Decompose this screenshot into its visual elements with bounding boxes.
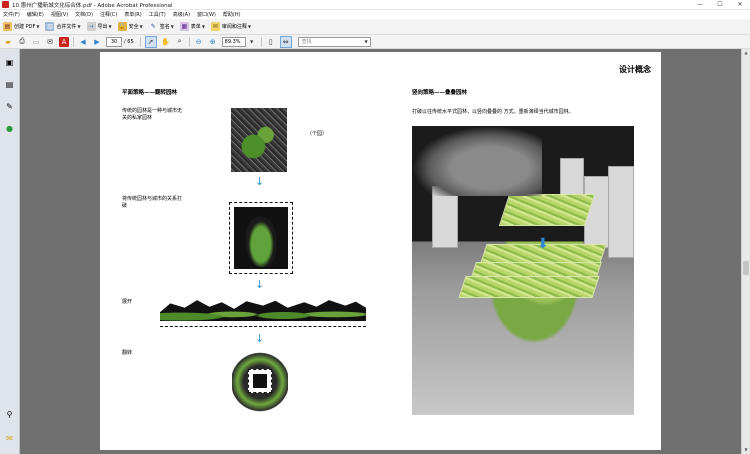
search-dropdown-icon[interactable]: ▼ [365,39,368,44]
signatures-panel-icon[interactable]: ✎ [5,101,14,111]
save-icon[interactable]: ▭ [31,37,41,47]
page-title: 设计概念 [619,65,651,74]
fit-width-icon[interactable]: ⇔ [279,35,292,48]
right-heading: 竖向策略——叠叠园林 [412,90,468,96]
menu-tools[interactable]: 工具(T) [149,11,166,18]
menu-forms[interactable]: 表单(R) [124,11,141,18]
toolbar-divider [139,36,141,47]
pdf-page: 设计概念 平面策略——翻转园林 传统的园林是一种与城市无关的私家园林 （个园） … [100,52,661,450]
sign-button[interactable]: ✎ 签名 ▼ [149,21,174,33]
tasks-toolbar: ▤ 创建 PDF ▼ ▥ 合并文件 ▼ ⇢ 导出 ▼ 🔒 安全 ▼ ✎ 签名 ▼… [0,19,750,35]
stacked-garden-model-photo: ⬇ [412,126,634,415]
forms-button[interactable]: ▦ 表单 ▼ [179,21,205,33]
window-title: 10.惠州广播新城文化综合体.pdf - Adobe Acrobat Profe… [12,2,173,9]
help-panel-icon[interactable]: ● [5,123,14,133]
toolbar-divider [73,36,74,47]
arrow-down-icon: ⬇ [537,236,549,252]
select-tool-icon[interactable]: ➚ [144,35,157,48]
menu-view[interactable]: 视图(V) [51,11,68,18]
vertical-scrollbar[interactable]: ▲ ▼ [741,49,750,454]
right-description: 打破以往传统水平式园林，以竖向叠叠的 方式，重新演绎当代城市园林。 [412,109,574,115]
menu-advanced[interactable]: 高级(A) [173,11,190,18]
menu-file[interactable]: 文件(F) [3,11,20,18]
forms-icon: ▦ [179,22,189,31]
step1-text: 传统的园林是一种与城市无关的私家园林 [122,108,183,121]
scroll-up-icon[interactable]: ▲ [743,50,749,56]
minimize-button[interactable]: — [690,0,710,10]
window-controls: — ☐ ✕ [690,0,750,10]
chevron-down-icon: ▼ [108,24,112,29]
adobe-icon[interactable]: A [59,36,69,47]
review-comment-button[interactable]: ✉ 审阅和注释 ▼ [210,21,251,33]
combine-files-button[interactable]: ▥ 合并文件 ▼ [45,21,81,33]
zoom-dropdown-icon[interactable]: ▼ [247,37,257,47]
left-heading: 平面策略——翻转园林 [122,90,178,96]
lock-icon: 🔒 [117,22,127,31]
create-pdf-icon: ▤ [3,22,12,31]
arrow-down-icon: ↓ [255,332,265,345]
unfolded-garden-strip [160,300,366,321]
chevron-down-icon: ▼ [36,24,40,29]
document-area[interactable]: 设计概念 平面策略——翻转园林 传统的园林是一种与城市无关的私家园林 （个园） … [20,49,741,454]
zoom-tool-icon[interactable]: ⌕ [175,37,185,47]
step2-text: 将传统园林与城市的关系打破 [122,196,183,209]
page-total: / 65 [124,38,134,45]
attachments-panel-icon[interactable]: ⚲ [5,409,14,419]
combine-files-icon: ▥ [45,22,55,31]
acrobat-app-icon [2,1,9,8]
zoom-level-input[interactable]: 89.3% [221,36,246,47]
menu-document[interactable]: 文档(D) [75,11,93,18]
step1-note: （个园） [307,131,328,137]
comment-icon: ✉ [210,22,220,31]
comments-panel-icon[interactable]: ✉ [5,433,14,443]
zoom-out-icon[interactable]: ⊖ [194,37,204,47]
pen-icon: ✎ [150,22,156,30]
print-icon[interactable]: ⎙ [17,37,27,47]
toolbar-divider [260,36,262,47]
chevron-down-icon: ▼ [139,24,143,29]
navigation-pane: ▣ ▤ ✎ ● ⚲ ✉ [0,49,20,454]
title-bar: 10.惠州广播新城文化综合体.pdf - Adobe Acrobat Profe… [0,0,750,10]
menu-edit[interactable]: 编辑(E) [27,11,44,18]
arrow-down-icon: ↓ [255,278,265,291]
chevron-down-icon: ▼ [77,24,81,29]
open-folder-icon[interactable]: ▰ [3,37,13,47]
garden-aerial-image [231,108,287,172]
menu-bar: 文件(F) 编辑(E) 视图(V) 文档(D) 注释(C) 表单(R) 工具(T… [0,10,750,19]
page-number-input[interactable]: 30 [106,36,122,47]
menu-window[interactable]: 窗口(W) [197,11,216,18]
menu-comments[interactable]: 注释(C) [100,11,117,18]
flipped-garden-ring [232,352,288,412]
chevron-down-icon: ▼ [170,24,174,29]
previous-page-icon[interactable]: ◀ [78,37,88,47]
broken-boundary-diagram [229,202,293,274]
create-pdf-button[interactable]: ▤ 创建 PDF ▼ [3,21,39,33]
secure-button[interactable]: 🔒 安全 ▼ [117,21,143,33]
next-page-icon[interactable]: ▶ [92,37,102,47]
zoom-in-icon[interactable]: ⊕ [208,37,218,47]
step4-text: 翻转 [122,350,133,356]
arrow-down-icon: ↓ [255,175,265,188]
search-input[interactable]: 查找 ▼ [297,36,371,47]
toolbar-divider [188,36,190,47]
bookmarks-panel-icon[interactable]: ▤ [5,79,14,89]
chevron-down-icon: ▼ [201,24,205,29]
close-button[interactable]: ✕ [730,0,750,10]
navigation-toolbar: ▰ ⎙ ▭ ✉ A ◀ ▶ 30 / 65 ➚ ✋ ⌕ ⊖ ⊕ 89.3% ▼ … [0,35,750,49]
scrollbar-thumb[interactable] [743,261,749,275]
menu-help[interactable]: 帮助(H) [223,11,241,18]
chevron-down-icon: ▼ [247,24,251,29]
dimension-line [160,326,366,327]
export-button[interactable]: ⇢ 导出 ▼ [86,21,112,33]
email-icon[interactable]: ✉ [45,37,55,47]
export-icon: ⇢ [86,22,96,31]
hand-image [412,126,542,196]
scroll-down-icon[interactable]: ▼ [743,447,749,453]
hand-tool-icon[interactable]: ✋ [161,37,171,47]
fit-page-icon[interactable]: ▯ [266,37,276,47]
pages-panel-icon[interactable]: ▣ [5,57,14,67]
maximize-button[interactable]: ☐ [710,0,730,10]
